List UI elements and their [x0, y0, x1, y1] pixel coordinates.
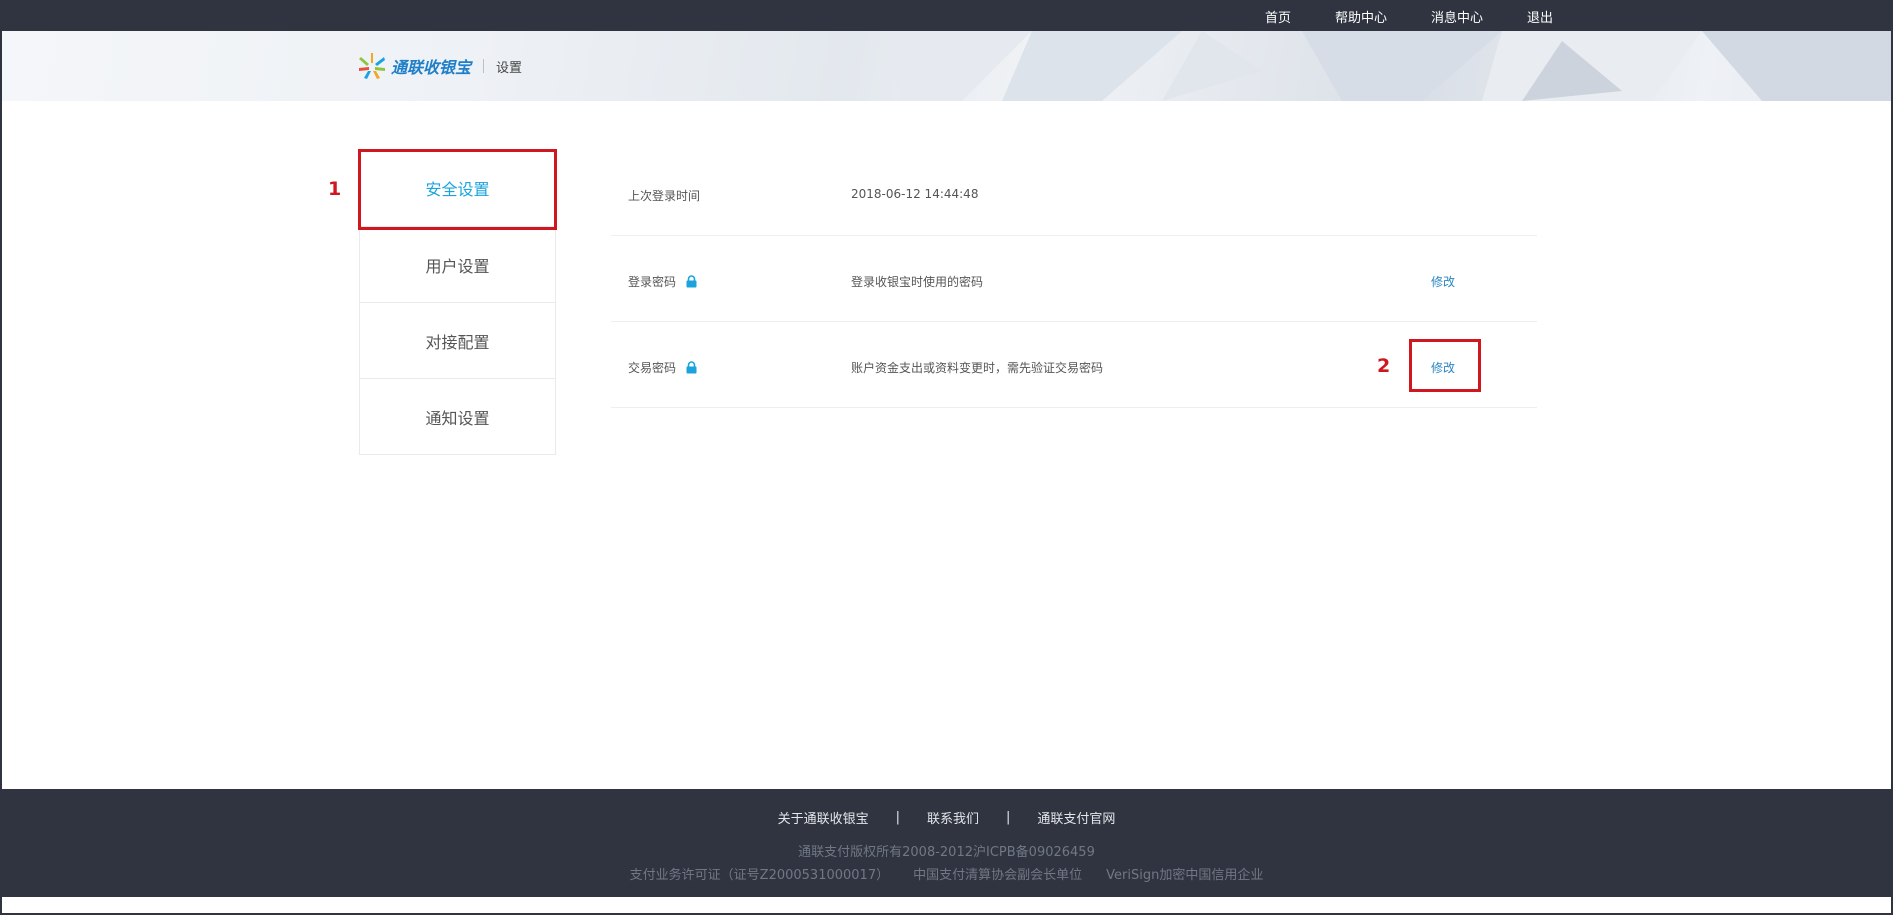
- annotation-marker-1: 1: [328, 178, 342, 200]
- page-title: 设置: [496, 60, 523, 76]
- nav-messages-link[interactable]: 消息中心: [1431, 7, 1483, 26]
- lock-icon: [686, 275, 697, 288]
- footer-links: 关于通联收银宝 | 联系我们 | 通联支付官网: [2, 808, 1891, 827]
- sidebar-item-notification[interactable]: 通知设置: [360, 378, 555, 454]
- footer-license-line: 支付业务许可证（证号Z2000531000017） 中国支付清算协会副会长单位 …: [2, 864, 1891, 883]
- highlight-box-modify-link: [1409, 339, 1481, 392]
- logo-text: 通联收银宝: [391, 58, 472, 77]
- security-settings-table: 上次登录时间 2018-06-12 14:44:48 登录密码 登录收银宝时使用…: [611, 150, 1537, 408]
- nav-home-link[interactable]: 首页: [1265, 7, 1291, 26]
- row-description: 登录收银宝时使用的密码: [851, 275, 984, 289]
- footer-verisign: VeriSign加密中国信用企业: [1106, 868, 1264, 883]
- header-banner: 通联收银宝 设置: [2, 31, 1891, 101]
- row-description: 账户资金支出或资料变更时，需先验证交易密码: [851, 361, 1104, 375]
- footer-copyright: 通联支付版权所有2008-2012沪ICPB备09026459: [798, 845, 1095, 860]
- highlight-box-security-tab: [358, 149, 557, 230]
- top-bar: 首页 帮助中心 消息中心 退出: [2, 2, 1891, 31]
- table-row-last-login: 上次登录时间 2018-06-12 14:44:48: [611, 150, 1537, 236]
- banner-background-shapes: [882, 31, 1891, 101]
- footer: 关于通联收银宝 | 联系我们 | 通联支付官网 通联支付版权所有2008-201…: [2, 789, 1891, 897]
- annotation-marker-2: 2: [1377, 355, 1391, 377]
- modify-login-password-link[interactable]: 修改: [1431, 273, 1455, 290]
- logo[interactable]: 通联收银宝 设置: [357, 51, 522, 81]
- nav-logout-link[interactable]: 退出: [1527, 7, 1553, 26]
- logo-mark-icon: [359, 53, 385, 79]
- row-label: 交易密码: [628, 361, 677, 375]
- last-login-time: 2018-06-12 14:44:48: [851, 187, 979, 201]
- lock-icon: [686, 361, 697, 374]
- logo-divider: [483, 59, 485, 73]
- row-label: 登录密码: [628, 275, 677, 289]
- footer-separator: |: [895, 810, 900, 825]
- top-nav: 首页 帮助中心 消息中心 退出: [1221, 2, 1553, 31]
- nav-help-link[interactable]: 帮助中心: [1335, 7, 1387, 26]
- table-row-trade-password: 交易密码 账户资金支出或资料变更时，需先验证交易密码 修改: [611, 322, 1537, 408]
- table-row-login-password: 登录密码 登录收银宝时使用的密码 修改: [611, 236, 1537, 322]
- footer-contact-link[interactable]: 联系我们: [927, 808, 979, 827]
- footer-separator: |: [1006, 810, 1011, 825]
- footer-license: 支付业务许可证（证号Z2000531000017）: [629, 868, 890, 883]
- row-label: 上次登录时间: [628, 189, 701, 203]
- sidebar-item-user[interactable]: 用户设置: [360, 226, 555, 302]
- sidebar-item-integration[interactable]: 对接配置: [360, 302, 555, 378]
- footer-about-link[interactable]: 关于通联收银宝: [778, 808, 869, 827]
- footer-official-link[interactable]: 通联支付官网: [1037, 808, 1115, 827]
- footer-association: 中国支付清算协会副会长单位: [913, 868, 1083, 883]
